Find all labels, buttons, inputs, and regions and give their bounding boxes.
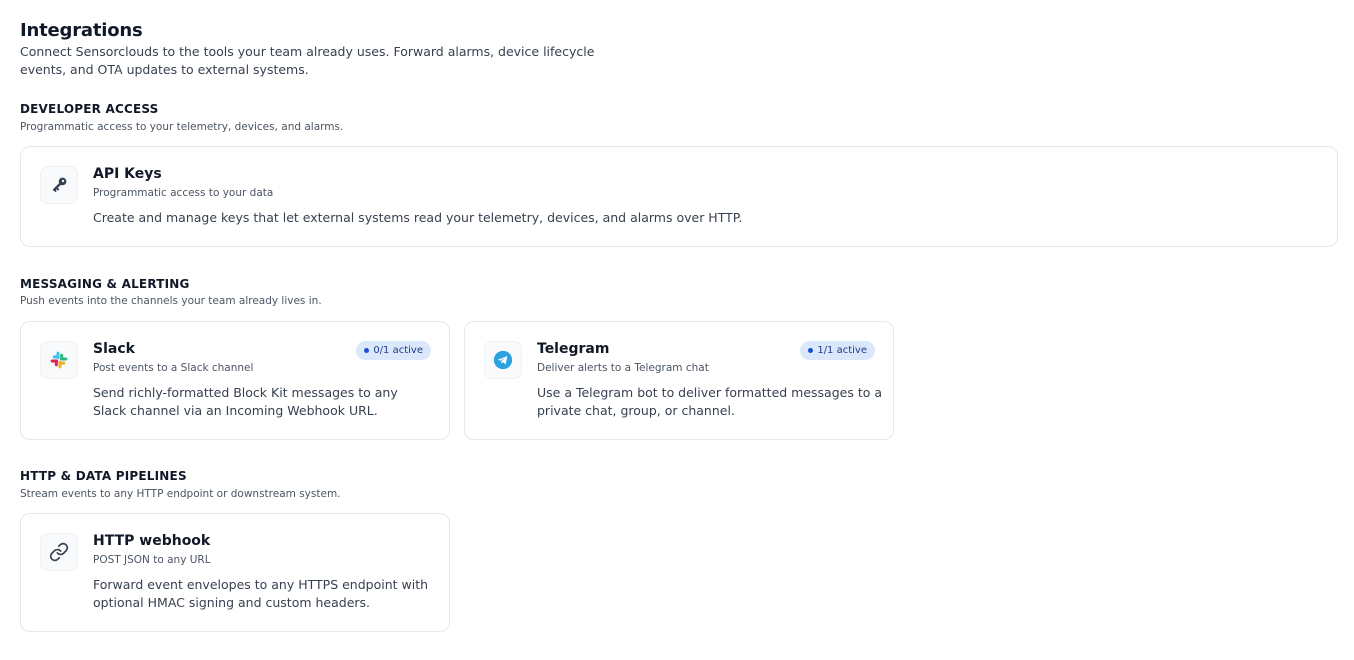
telegram-description: Use a Telegram bot to deliver formatted … [537, 385, 883, 418]
telegram-status-label: 1/1 active [817, 345, 867, 356]
http-webhook-icon-box [40, 533, 78, 571]
api-keys-subtitle: Programmatic access to your data [93, 187, 274, 199]
key-icon [52, 177, 67, 193]
slack-card[interactable]: Slack 0/1 active Post events to a Slack … [20, 321, 450, 440]
slack-icon-box [40, 341, 78, 379]
telegram-card[interactable]: Telegram 1/1 active Deliver alerts to a … [464, 321, 894, 440]
http-webhook-subtitle: POST JSON to any URL [93, 554, 211, 566]
slack-icon [50, 351, 68, 369]
slack-status-label: 0/1 active [373, 345, 423, 356]
api-keys-description: Create and manage keys that let external… [93, 210, 743, 225]
slack-subtitle: Post events to a Slack channel [93, 362, 254, 374]
section-subtitle-http-pipelines: Stream events to any HTTP endpoint or do… [20, 488, 341, 500]
telegram-subtitle: Deliver alerts to a Telegram chat [537, 362, 709, 374]
section-title-developer-access: DEVELOPER ACCESS [20, 102, 159, 116]
http-webhook-card[interactable]: HTTP webhook POST JSON to any URL Forwar… [20, 513, 450, 632]
telegram-icon [493, 350, 513, 370]
api-keys-title: API Keys [93, 166, 162, 182]
slack-title: Slack [93, 341, 135, 357]
link-icon [49, 542, 69, 562]
http-webhook-title: HTTP webhook [93, 533, 211, 549]
telegram-title: Telegram [537, 341, 610, 357]
section-title-messaging-alerting: MESSAGING & ALERTING [20, 277, 190, 291]
telegram-icon-box [484, 341, 522, 379]
api-keys-card[interactable]: API Keys Programmatic access to your dat… [20, 146, 1338, 247]
section-title-http-pipelines: HTTP & DATA PIPELINES [20, 469, 187, 483]
page-description: Connect Sensorclouds to the tools your t… [20, 44, 595, 77]
section-subtitle-messaging-alerting: Push events into the channels your team … [20, 295, 322, 307]
http-webhook-description: Forward event envelopes to any HTTPS end… [93, 577, 429, 610]
status-dot-icon [364, 348, 370, 353]
telegram-status-badge: 1/1 active [800, 341, 875, 360]
status-dot-icon [808, 348, 814, 353]
section-subtitle-developer-access: Programmatic access to your telemetry, d… [20, 121, 344, 133]
api-keys-icon-box [40, 166, 78, 204]
slack-description: Send richly-formatted Block Kit messages… [93, 385, 398, 418]
page-title: Integrations [20, 20, 143, 41]
slack-status-badge: 0/1 active [356, 341, 431, 360]
